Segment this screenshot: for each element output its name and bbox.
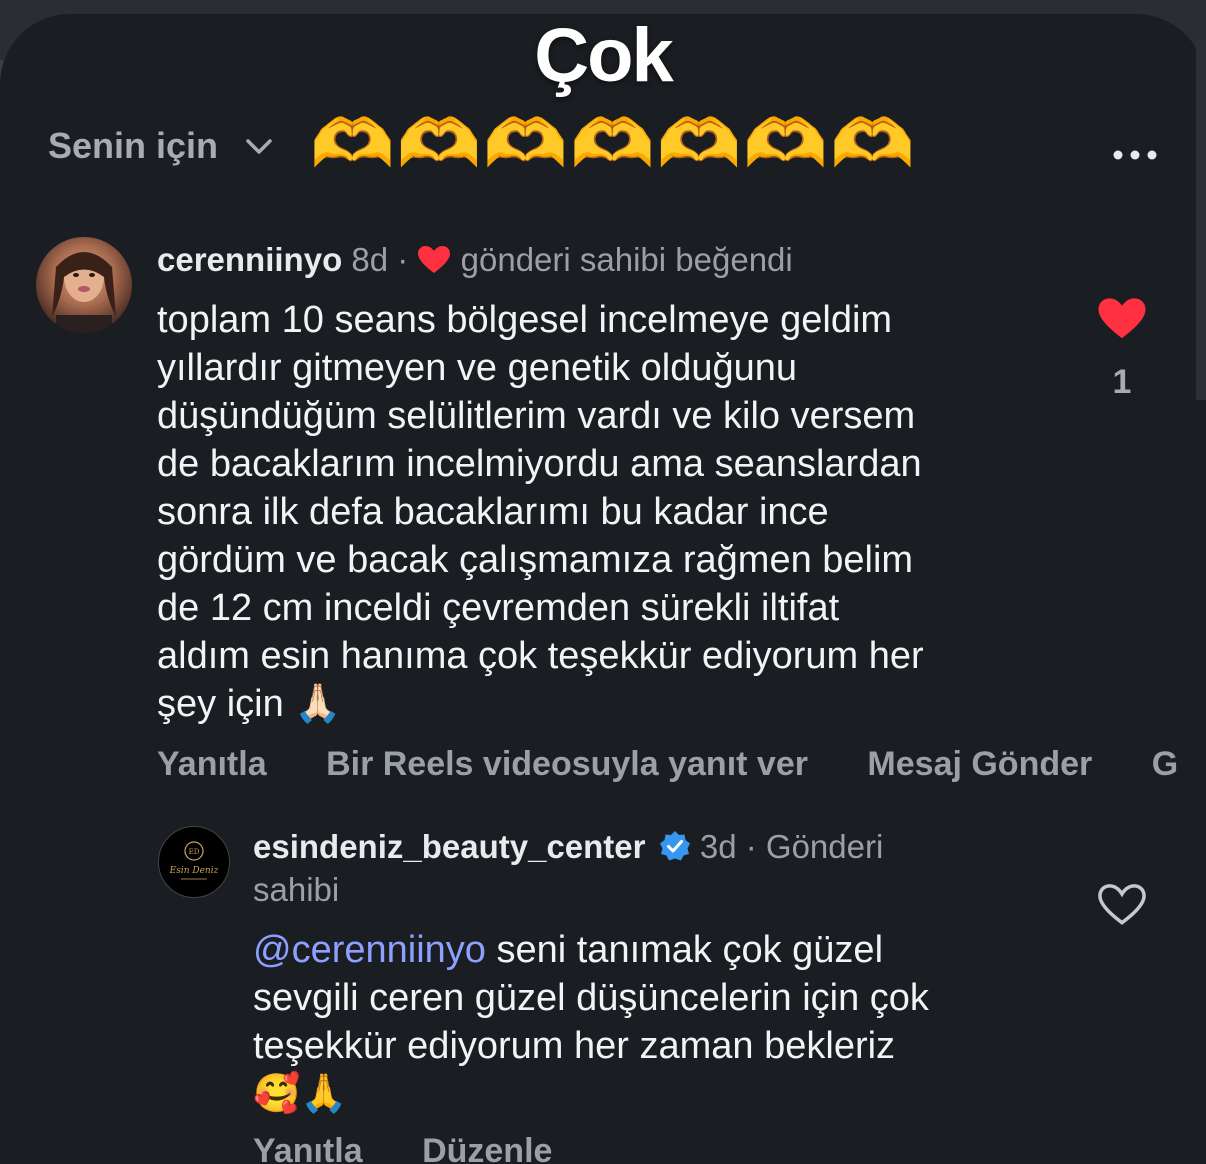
liked-by-owner-label: gönderi sahibi beğendi	[460, 241, 793, 278]
comment-text: toplam 10 seans bölgesel incelmeye geldi…	[157, 296, 1077, 728]
reply-meta-line-2: sahibi	[253, 871, 339, 909]
avatar-photo-icon	[52, 252, 116, 333]
comment-like-column: 1	[1092, 296, 1152, 402]
reply-button[interactable]: Yanıtla	[157, 745, 267, 783]
reply-text: @cerenniinyo seni tanımak çok güzel sevg…	[253, 926, 1093, 1118]
heart-icon	[418, 246, 451, 273]
edit-button[interactable]: Düzenle	[422, 1132, 552, 1164]
chevron-down-icon[interactable]	[244, 132, 274, 162]
avatar-brand-text: Esin Deniz	[169, 866, 219, 876]
comment-age: 8d	[351, 241, 389, 278]
like-count: 1	[1112, 363, 1132, 401]
comment-line: aldım esin hanıma çok teşekkür ediyorum …	[157, 635, 924, 677]
comment-line: de bacaklarım incelmiyordu ama seanslard…	[157, 443, 922, 485]
overflow-action-button[interactable]: G	[1152, 745, 1178, 783]
reply-line-emoji: 🥰🙏	[253, 1073, 348, 1115]
comment-actions: Yanıtla Bir Reels videosuyla yanıt ver M…	[157, 745, 1206, 784]
heart-outline-icon[interactable]	[1097, 882, 1147, 928]
owner-label: Gönderi	[765, 828, 884, 865]
svg-text:ED: ED	[189, 848, 200, 856]
filter-dropdown-label[interactable]: Senin için	[48, 125, 218, 167]
comments-header: Senin için 🫶🫶🫶🫶🫶🫶🫶	[48, 110, 1160, 178]
comment-line: de 12 cm inceldi çevremden sürekli iltif…	[157, 587, 840, 629]
comment-line: şey için 🙏🏻	[157, 683, 342, 725]
reply-avatar[interactable]: ED Esin Deniz	[158, 826, 230, 898]
reply-line: sevgili ceren güzel düşüncelerin için ço…	[253, 977, 929, 1019]
liked-heart-icon[interactable]	[1097, 296, 1147, 342]
heart-hands-emoji-row: 🫶🫶🫶🫶🫶🫶🫶	[310, 106, 917, 182]
send-message-button[interactable]: Mesaj Gönder	[867, 745, 1092, 783]
brand-logo-icon: ED Esin Deniz	[169, 841, 219, 880]
more-options-icon[interactable]	[1110, 126, 1160, 166]
mention-link[interactable]: @cerenniinyo	[253, 929, 486, 971]
owner-label-continued: sahibi	[253, 871, 340, 908]
reply-username[interactable]: esindeniz_beauty_center	[253, 828, 646, 865]
comment-line: toplam 10 seans bölgesel incelmeye geldi…	[157, 299, 893, 341]
reply-age: 3d	[699, 828, 737, 865]
overlay-caption: Çok	[534, 13, 674, 98]
comment-line: yıllardır gitmeyen ve genetik olduğunu	[157, 347, 798, 389]
avatar[interactable]	[36, 237, 132, 333]
comment-meta: cerenniinyo 8d · gönderi sahibi beğendi	[157, 241, 793, 279]
reply-actions: Yanıtla Düzenle	[253, 1132, 602, 1164]
meta-separator: ·	[397, 241, 409, 278]
comment-line: sonra ilk defa bacaklarımı bu kadar ince	[157, 491, 829, 533]
reply-meta: esindeniz_beauty_center 3d · Gönderi	[253, 828, 883, 866]
reply-line: @cerenniinyo seni tanımak çok güzel	[253, 926, 1093, 974]
verified-badge-icon	[659, 831, 690, 861]
stage: Çok Senin için 🫶🫶🫶🫶🫶🫶🫶 cerenniinyo 8d ·	[0, 0, 1206, 1164]
comment-username[interactable]: cerenniinyo	[157, 241, 342, 278]
reels-reply-button[interactable]: Bir Reels videosuyla yanıt ver	[326, 745, 808, 783]
comment-line: düşündüğüm selülitlerim vardı ve kilo ve…	[157, 395, 916, 437]
reply-line-text: seni tanımak çok güzel	[485, 929, 884, 971]
meta-separator: ·	[745, 828, 757, 865]
reply-like-column	[1092, 882, 1152, 933]
comment-line: gördüm ve bacak çalışmamıza rağmen belim	[157, 539, 914, 581]
reply-line: teşekkür ediyorum her zaman bekleriz	[253, 1025, 896, 1067]
reply-button[interactable]: Yanıtla	[253, 1132, 363, 1164]
